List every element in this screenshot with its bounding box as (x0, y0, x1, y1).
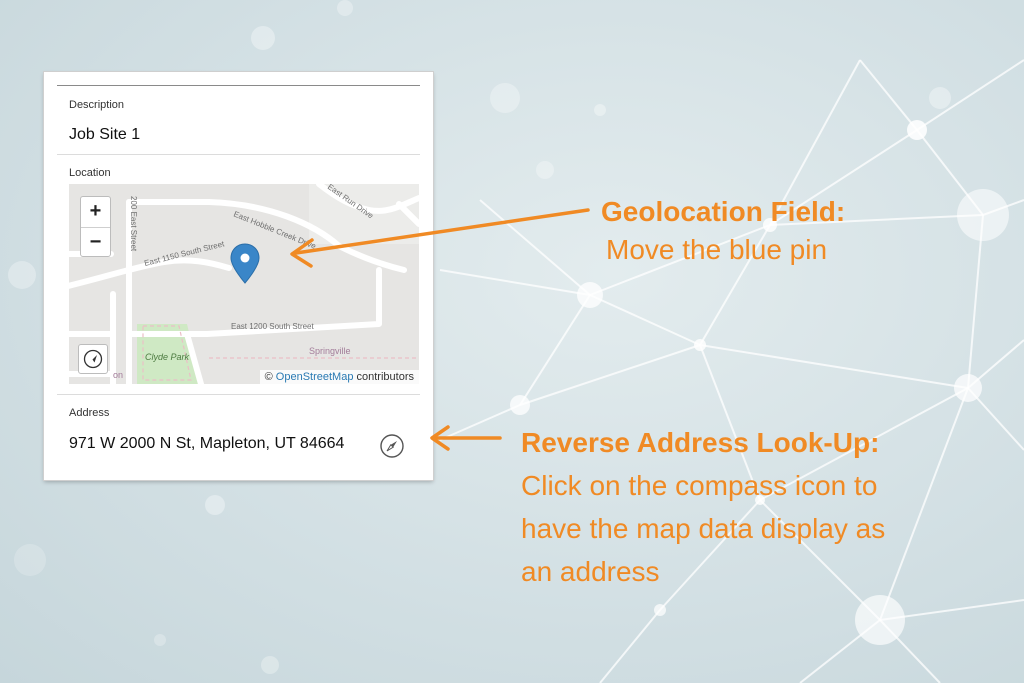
geolocation-callout: Geolocation Field: Move the blue pin (601, 193, 845, 269)
geolocation-callout-text: Move the blue pin (606, 234, 828, 265)
geo-arrow (294, 208, 590, 255)
reverse-lookup-callout: Reverse Address Look-Up: Click on the co… (521, 421, 885, 593)
geolocation-callout-title: Geolocation Field: (601, 196, 846, 227)
reverse-lookup-line: Click on the compass icon to (521, 470, 878, 501)
reverse-lookup-line: an address (521, 556, 660, 587)
reverse-lookup-line: have the map data display as (521, 513, 886, 544)
reverse-lookup-callout-title: Reverse Address Look-Up: (521, 427, 880, 458)
